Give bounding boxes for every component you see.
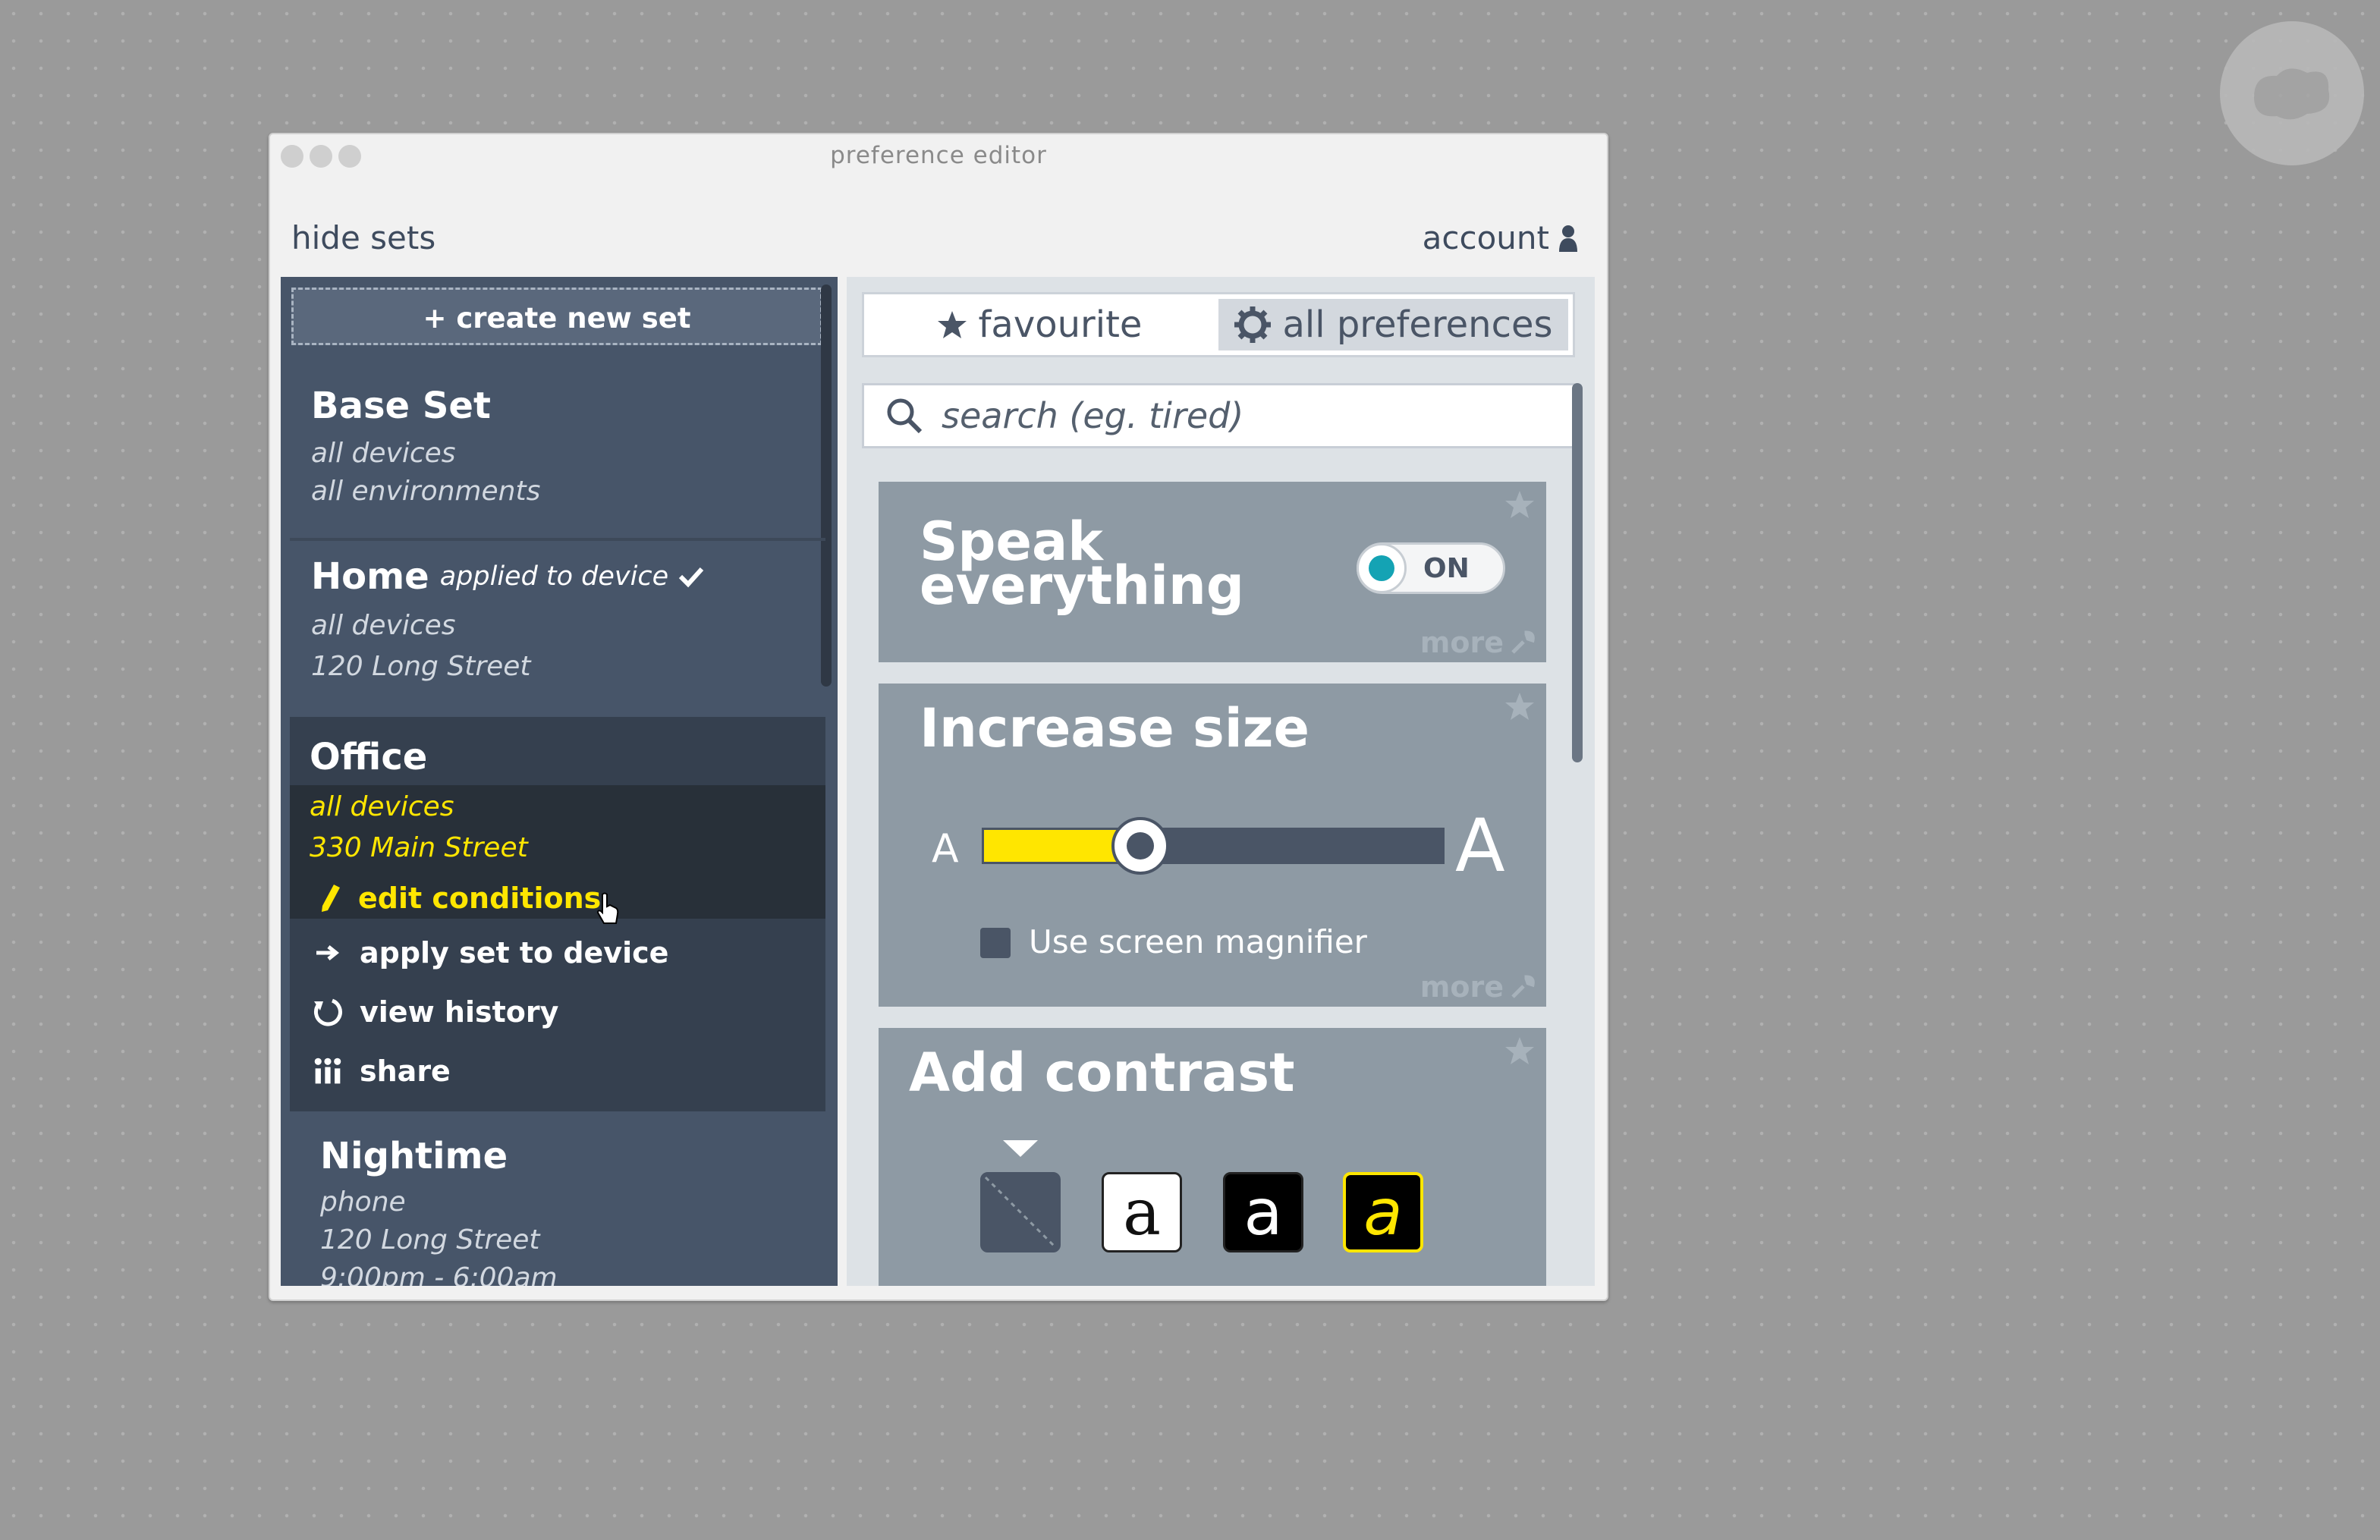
set-item-nightime[interactable]: Nightime phone 120 Long Street 9:00pm - … [290, 1123, 825, 1286]
set-name: Base Set [311, 385, 491, 427]
tab-favourite[interactable]: favourite [864, 294, 1214, 355]
search-input[interactable] [940, 394, 1565, 437]
set-item-office[interactable]: Office all devices 330 Main Street edit … [290, 717, 825, 1111]
favourite-star-icon[interactable] [1504, 489, 1536, 520]
size-slider-handle[interactable] [1111, 817, 1169, 875]
more-link[interactable]: more [1420, 626, 1536, 659]
hide-sets-link[interactable]: hide sets [291, 219, 435, 256]
apply-set-label: apply set to device [360, 936, 669, 970]
card-title: Increase size [920, 697, 1309, 759]
logo-badge [2220, 21, 2364, 165]
contrast-option-yellow-on-black[interactable]: a [1343, 1172, 1423, 1252]
check-icon [679, 567, 704, 588]
preference-tabs: favourite all preferences [862, 292, 1575, 357]
share-button[interactable]: share [313, 1042, 825, 1101]
logo-icon [2254, 68, 2330, 120]
toggle-label: ON [1423, 552, 1470, 584]
set-item-base[interactable]: Base Set all devices all environments [290, 376, 825, 535]
contrast-option-white-on-black[interactable]: a [1223, 1172, 1303, 1252]
view-history-button[interactable]: view history [313, 982, 825, 1042]
arrow-right-icon [316, 945, 340, 960]
view-history-label: view history [360, 995, 559, 1029]
set-devices: all devices [311, 610, 456, 641]
search-icon [887, 398, 923, 434]
set-devices: all devices [311, 438, 456, 469]
card-title: Speak everything [920, 512, 1244, 615]
share-icon [314, 1058, 341, 1084]
pencil-icon [322, 885, 340, 912]
favourite-star-icon[interactable] [1504, 1036, 1536, 1066]
small-a-label: A [932, 826, 959, 872]
set-name: Nightime [320, 1135, 508, 1177]
user-icon [1559, 225, 1577, 252]
speak-toggle[interactable]: ON [1357, 542, 1505, 594]
star-icon [937, 311, 967, 338]
set-item-home[interactable]: Home applied to device all devices 120 L… [290, 546, 825, 713]
share-label: share [360, 1054, 451, 1088]
wrench-icon [1511, 975, 1535, 998]
window-title: preference editor [830, 142, 1047, 169]
toggle-indicator [1369, 555, 1394, 581]
tab-all-preferences-label: all preferences [1282, 303, 1553, 346]
office-actions: apply set to device view history share [290, 919, 825, 1101]
set-name: Home [311, 555, 429, 598]
preferences-scrollbar[interactable] [1572, 383, 1583, 762]
contrast-option-none[interactable] [980, 1172, 1061, 1252]
no-contrast-icon [984, 1176, 1057, 1249]
contrast-option-black-on-white[interactable]: a [1102, 1172, 1182, 1252]
selected-indicator-icon [1003, 1140, 1038, 1157]
history-icon [314, 998, 342, 1026]
preference-editor-window: preference editor hide sets account + cr… [269, 133, 1608, 1301]
search-box [862, 383, 1575, 448]
applied-status: applied to device [439, 561, 669, 592]
screen-magnifier-checkbox[interactable] [980, 928, 1011, 958]
set-location: 120 Long Street [311, 651, 531, 682]
large-a-label: A [1455, 803, 1505, 888]
more-label: more [1420, 970, 1504, 1004]
edit-conditions-label: edit conditions [358, 882, 602, 915]
sets-panel: + create new set Base Set all devices al… [281, 277, 838, 1286]
preferences-panel: favourite all preferences search (eg. ti… [847, 277, 1595, 1286]
wrench-icon [1511, 630, 1535, 654]
set-time: 9:00pm - 6:00am [320, 1262, 558, 1286]
more-link[interactable]: more [1420, 970, 1536, 1004]
size-slider[interactable] [982, 817, 1445, 875]
set-devices: phone [320, 1186, 406, 1218]
set-devices: all devices [310, 791, 454, 822]
divider [290, 538, 825, 541]
tab-favourite-label: favourite [978, 303, 1143, 346]
office-conditions: all devices 330 Main Street edit conditi… [290, 785, 825, 924]
favourite-star-icon[interactable] [1504, 691, 1536, 721]
tab-all-preferences[interactable]: all preferences [1216, 297, 1570, 353]
toggle-knob [1357, 543, 1407, 593]
card-add-contrast: Add contrast a a a [879, 1028, 1546, 1286]
account-link[interactable]: account [1423, 219, 1578, 256]
gear-icon [1234, 306, 1272, 343]
card-increase-size: Increase size A A Use screen magnifier m… [879, 684, 1546, 1007]
apply-set-button[interactable]: apply set to device [313, 923, 825, 982]
hand-cursor-icon [597, 892, 619, 924]
create-new-set-button[interactable]: + create new set [291, 288, 822, 345]
set-name: Office [310, 736, 428, 778]
set-environment: all environments [311, 476, 541, 507]
set-location: 120 Long Street [320, 1224, 540, 1256]
card-title-line: everything [920, 555, 1244, 617]
card-title: Add contrast [909, 1042, 1295, 1104]
set-location: 330 Main Street [310, 832, 528, 863]
card-speak-everything: Speak everything ON more [879, 482, 1546, 662]
account-label: account [1422, 219, 1549, 256]
screen-magnifier-label: Use screen magnifier [1029, 923, 1367, 960]
more-label: more [1420, 626, 1504, 659]
